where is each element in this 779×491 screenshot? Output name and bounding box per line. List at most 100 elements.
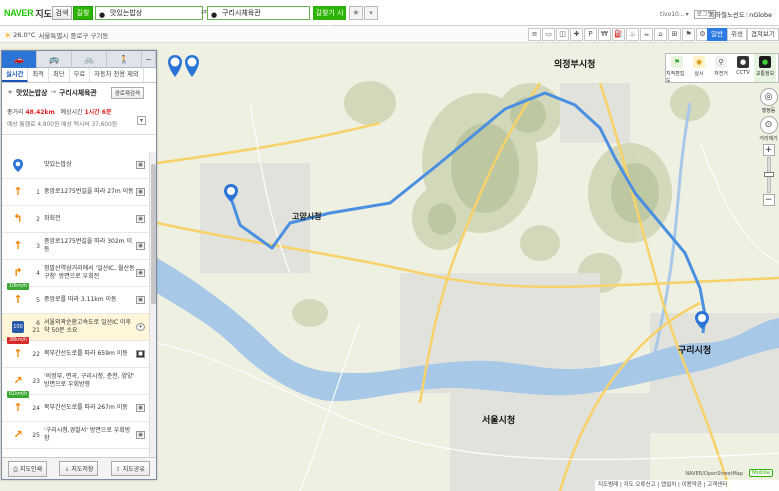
naver-map-logo[interactable]: NAVER 지도: [4, 6, 52, 20]
bike-mode-icon[interactable]: 🚲: [72, 51, 107, 68]
home-icon[interactable]: ⌂: [654, 28, 667, 41]
route-step[interactable]: ↑ 3 중앙로1275번길을 따라 302m 이동 ▣: [2, 233, 149, 260]
camera-icon[interactable]: ▣: [136, 188, 145, 196]
step-description: 중앙로1275번길을 따라 27m 이동: [44, 188, 134, 195]
nglobe-link[interactable]: nGlobe: [749, 11, 772, 19]
bookmark-icon[interactable]: ⚑: [682, 28, 695, 41]
walk-mode-icon[interactable]: 🚶: [107, 51, 142, 68]
flag-icon: ⚑: [671, 56, 683, 68]
tool-bike[interactable]: ⚲ 자전거: [710, 54, 732, 82]
route-step[interactable]: 38km/h ↑ 22 북부간선도로를 따라 659m 이동 ■: [2, 336, 149, 368]
mobile-badge[interactable]: Mobile: [748, 469, 773, 477]
route-panel: 🚗 🚌 🚲 🚶 − 실시간 최적 최단 무료 자동차 전용 제외 ★ 맛있는밥상…: [1, 50, 157, 480]
route-step[interactable]: ↗ 25 '구리시청,경찰서' 방면으로 우회방향 ▣: [2, 422, 149, 449]
recheck-route-button[interactable]: 경로재검색: [110, 87, 144, 99]
transit-mode-icon[interactable]: 🚌: [37, 51, 72, 68]
zoom-thumb[interactable]: [763, 172, 774, 177]
route-step[interactable]: ↰ 2 좌회전 ▣: [2, 206, 149, 233]
camera-icon[interactable]: ▣: [136, 161, 145, 169]
camera-icon[interactable]: ▣: [136, 215, 145, 223]
link-separator: |: [745, 11, 749, 19]
tool-label: CCTV: [736, 70, 750, 76]
step-number: 1: [36, 188, 40, 196]
collapse-chevron-icon[interactable]: ▾: [137, 116, 146, 125]
tool-label: 교통정보: [755, 71, 775, 77]
map-type-overlay[interactable]: 겹쳐보기: [746, 28, 779, 41]
user-info[interactable]: tivo10...▾ 로그인: [660, 9, 717, 19]
step-description: 맛있는밥상: [44, 161, 72, 168]
layers-icon[interactable]: ≡: [528, 28, 541, 41]
camera-icon[interactable]: ▣: [136, 404, 145, 412]
tool-cctv[interactable]: ● CCTV: [732, 54, 754, 82]
map-label-goyang[interactable]: 고양시청: [292, 211, 321, 222]
scrollbar-thumb[interactable]: [151, 164, 156, 304]
destination-pin-icon: ●: [211, 11, 218, 19]
camera-icon[interactable]: ▣: [136, 296, 145, 304]
route-step[interactable]: 맛있는밥상 ▣: [2, 152, 149, 179]
start-end-toggle[interactable]: [168, 55, 199, 77]
tab-no-motorway[interactable]: 자동차 전용 제외: [90, 68, 144, 82]
tab-optimal[interactable]: 최적: [28, 68, 49, 82]
zoom-track[interactable]: [763, 157, 774, 193]
camera-icon[interactable]: ▣: [136, 431, 145, 439]
print-map-button[interactable]: ⎙ 지도인쇄: [8, 460, 48, 477]
tab-free[interactable]: 무료: [70, 68, 91, 82]
subway-map-link[interactable]: 지하철노선도: [709, 11, 745, 19]
expand-chevron-icon[interactable]: ▾: [136, 323, 145, 331]
map-label-guri[interactable]: 구리시청: [678, 343, 711, 356]
car-mode-icon[interactable]: 🚗: [2, 51, 37, 68]
zoom-in-button[interactable]: +: [762, 144, 775, 156]
hospital-icon[interactable]: ✚: [570, 28, 583, 41]
tab-shortest[interactable]: 최단: [49, 68, 70, 82]
end-badge-icon[interactable]: [185, 55, 199, 77]
route-step[interactable]: 10km/h ↑ 5 중앙로를 따라 3.11km 이동 ▣: [2, 282, 149, 314]
destination-input[interactable]: ● 구리시체육관: [207, 6, 310, 20]
map-type-satellite[interactable]: 위성: [726, 28, 747, 41]
tab-realtime[interactable]: 실시간: [2, 68, 29, 82]
tool-cadastral[interactable]: ⚑ 지적편집도: [666, 54, 688, 84]
route-mode-button[interactable]: 길찾기: [73, 6, 93, 29]
minimize-icon[interactable]: −: [142, 51, 156, 68]
fuel-icon[interactable]: ⛽: [612, 28, 625, 41]
camera-icon[interactable]: ▣: [136, 269, 145, 277]
tool-realtime[interactable]: ◉ 실시: [688, 54, 710, 82]
dropdown-chevron-icon[interactable]: ▾: [364, 6, 378, 20]
cart-icon[interactable]: ⊞: [668, 28, 681, 41]
step-number: 24: [32, 404, 40, 412]
panel-footer: ⎙ 지도인쇄 ↓ 지도저장 ⇪ 지도공유: [2, 457, 156, 479]
steps-scrollbar[interactable]: [149, 152, 156, 457]
search-mode-button[interactable]: 검색: [52, 6, 72, 20]
district-icon[interactable]: ◎: [759, 88, 778, 106]
route-step[interactable]: ↑ 1 중앙로1275번길을 따라 27m 이동 ▣: [2, 179, 149, 206]
camera-icon[interactable]: ▣: [136, 242, 145, 250]
start-marker-icon[interactable]: [224, 184, 238, 202]
start-route-button[interactable]: 길찾기 시작: [313, 6, 346, 31]
cctv-icon[interactable]: ■: [136, 350, 145, 358]
map-bottom-bar[interactable]: 지도범례 | 지도 오류신고 | 앱설치 | 이용약관 | 고객센터: [595, 480, 779, 491]
end-marker-icon[interactable]: [695, 311, 709, 329]
bus-icon[interactable]: ▭: [542, 28, 555, 41]
restaurant-icon[interactable]: ♨: [626, 28, 639, 41]
favorite-star-icon[interactable]: ★: [349, 6, 363, 20]
zoom-out-button[interactable]: −: [762, 194, 775, 206]
bank-icon[interactable]: ₩: [598, 28, 611, 41]
share-map-button[interactable]: ⇪ 지도공유: [110, 461, 150, 476]
map-label-seoul[interactable]: 서울시청: [482, 413, 515, 426]
favorite-star-icon[interactable]: ★: [7, 88, 13, 96]
right-curve-icon: ↗: [13, 428, 23, 441]
swap-icon[interactable]: ⇄: [201, 8, 207, 16]
weather-info: ☀ 26.0°C 서울특별시 중로구 구기동: [4, 30, 108, 41]
save-map-button[interactable]: ↓ 지도저장: [59, 461, 99, 476]
subway-icon[interactable]: ◫: [556, 28, 569, 41]
map-type-normal[interactable]: 일반: [707, 28, 727, 41]
zoom-slider[interactable]: + −: [758, 144, 779, 208]
cafe-icon[interactable]: ☕: [640, 28, 653, 41]
ruler-icon[interactable]: ⊙: [759, 116, 778, 134]
parking-icon[interactable]: P: [584, 28, 597, 41]
tool-traffic[interactable]: ● 교통정보: [754, 54, 776, 82]
origin-input[interactable]: ● 맛있는밥상: [95, 6, 203, 20]
start-badge-icon[interactable]: [168, 55, 182, 77]
cctv-icon: ●: [737, 56, 749, 68]
route-step[interactable]: 61km/h ↑ 24 북부간선도로를 따라 267m 이동 ▣: [2, 390, 149, 422]
map-label-uijeongbu[interactable]: 의정부시청: [554, 57, 595, 70]
